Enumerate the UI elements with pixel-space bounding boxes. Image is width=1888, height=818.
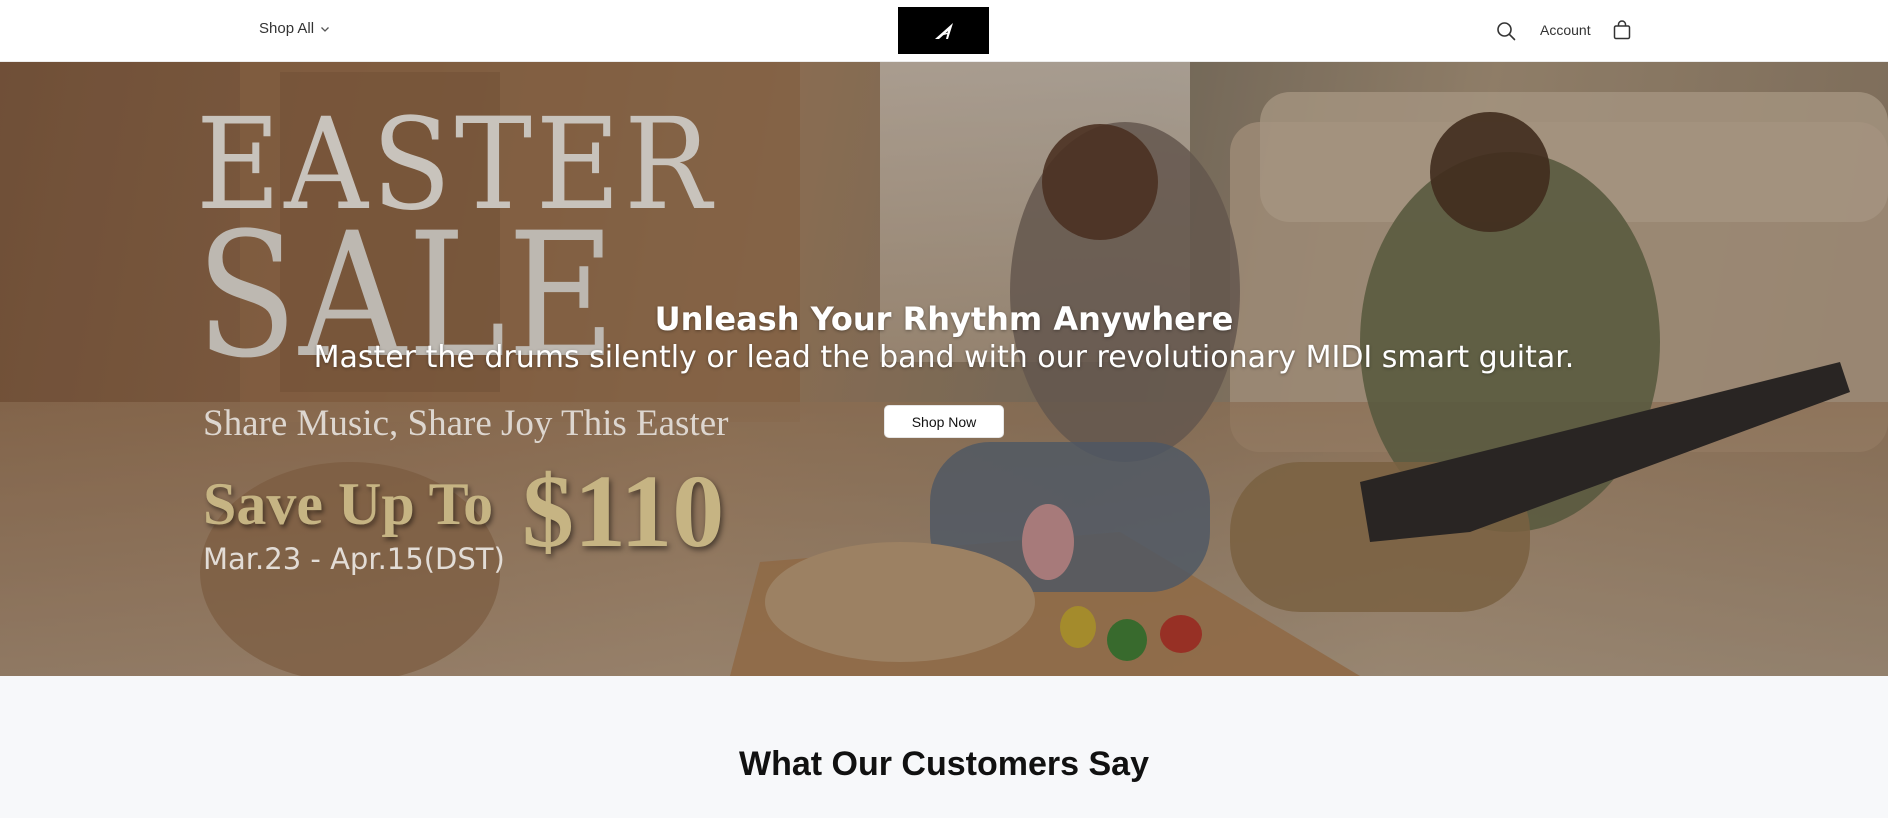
banner-save-label: Save Up To — [203, 471, 494, 537]
hero-subheading: Master the drums silently or lead the ba… — [313, 340, 1575, 375]
account-link[interactable]: Account — [1540, 22, 1591, 38]
brand-logo[interactable] — [898, 7, 989, 54]
shop-now-button[interactable]: Shop Now — [884, 405, 1004, 438]
testimonials-title: What Our Customers Say — [739, 745, 1149, 783]
chevron-down-icon — [321, 26, 330, 32]
site-header: Shop All Account — [0, 0, 1888, 62]
shopping-bag-icon[interactable] — [1613, 20, 1631, 40]
search-icon[interactable] — [1496, 21, 1516, 41]
shop-all-menu[interactable]: Shop All — [259, 20, 330, 37]
banner-save-amount: $110 — [522, 454, 725, 569]
banner-tagline: Share Music, Share Joy This Easter — [203, 403, 729, 444]
brand-logo-icon — [934, 22, 953, 39]
testimonials-section: What Our Customers Say — [0, 676, 1888, 818]
banner-dates: Mar.23 - Apr.15(DST) — [203, 542, 505, 576]
shop-all-label: Shop All — [259, 20, 315, 37]
hero-banner: EASTER SALE Share Music, Share Joy This … — [0, 62, 1888, 676]
hero-heading: Unleash Your Rhythm Anywhere — [654, 300, 1234, 338]
